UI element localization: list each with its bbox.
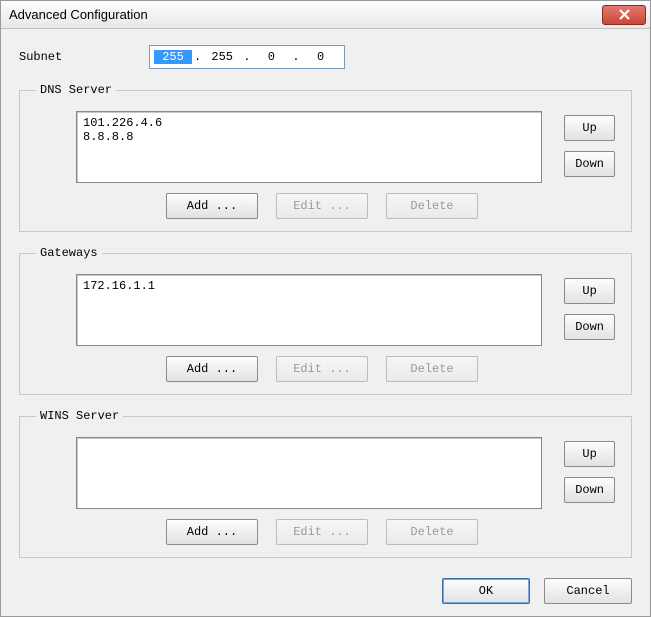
wins-legend: WINS Server [36,409,123,423]
wins-down-button[interactable]: Down [564,477,615,503]
dns-add-button[interactable]: Add ... [166,193,258,219]
subnet-octet-4[interactable] [302,50,340,64]
gateways-edit-button[interactable]: Edit ... [276,356,368,382]
gateways-up-button[interactable]: Up [564,278,615,304]
gateways-group: Gateways 172.16.1.1 Up Down Add ... Edit… [19,246,632,395]
gateways-legend: Gateways [36,246,102,260]
wins-delete-button[interactable]: Delete [386,519,478,545]
dialog-window: Advanced Configuration Subnet . . . DNS … [0,0,651,617]
subnet-octet-3[interactable] [252,50,290,64]
dns-legend: DNS Server [36,83,116,97]
ip-dot-icon: . [241,50,252,64]
subnet-octet-2[interactable] [203,50,241,64]
dns-group: DNS Server 101.226.4.6 8.8.8.8 Up Down A… [19,83,632,232]
ok-button[interactable]: OK [442,578,530,604]
wins-add-button[interactable]: Add ... [166,519,258,545]
ip-dot-icon: . [290,50,301,64]
subnet-row: Subnet . . . [19,45,632,69]
close-button[interactable] [602,5,646,25]
dns-down-button[interactable]: Down [564,151,615,177]
subnet-octet-1[interactable] [154,50,192,64]
dialog-footer: OK Cancel [19,572,632,604]
wins-listbox[interactable] [76,437,542,509]
dns-up-button[interactable]: Up [564,115,615,141]
cancel-button[interactable]: Cancel [544,578,632,604]
dns-edit-button[interactable]: Edit ... [276,193,368,219]
gateways-down-button[interactable]: Down [564,314,615,340]
dns-delete-button[interactable]: Delete [386,193,478,219]
ip-dot-icon: . [192,50,203,64]
gateways-add-button[interactable]: Add ... [166,356,258,382]
gateways-listbox[interactable]: 172.16.1.1 [76,274,542,346]
wins-edit-button[interactable]: Edit ... [276,519,368,545]
close-icon [619,9,630,20]
subnet-label: Subnet [19,50,149,64]
dialog-body: Subnet . . . DNS Server 101.226.4.6 8.8.… [1,29,650,616]
gateways-delete-button[interactable]: Delete [386,356,478,382]
wins-up-button[interactable]: Up [564,441,615,467]
wins-group: WINS Server Up Down Add ... Edit ... Del… [19,409,632,558]
dns-listbox[interactable]: 101.226.4.6 8.8.8.8 [76,111,542,183]
window-title: Advanced Configuration [9,7,148,22]
titlebar: Advanced Configuration [1,1,650,29]
subnet-ip-input[interactable]: . . . [149,45,345,69]
